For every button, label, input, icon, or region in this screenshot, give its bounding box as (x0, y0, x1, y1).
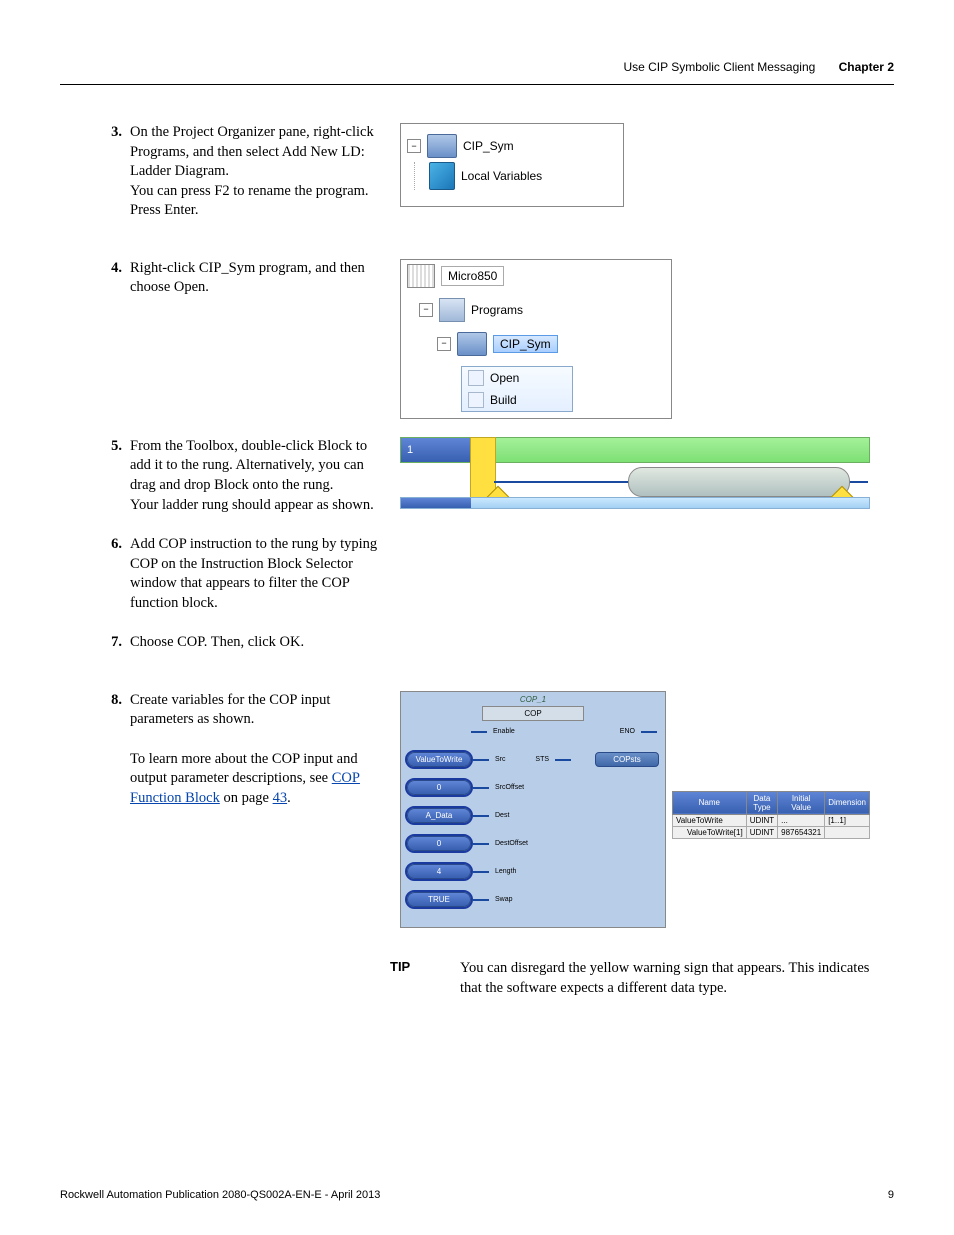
block-type: COP (483, 709, 583, 718)
programs-icon (439, 298, 465, 322)
header-topic: Use CIP Symbolic Client Messaging (623, 60, 815, 74)
instruction-block (628, 467, 850, 497)
tree-collapse-icon: − (419, 303, 433, 317)
page-footer: Rockwell Automation Publication 2080-QS0… (60, 1189, 894, 1201)
tree-collapse-icon: − (407, 139, 421, 153)
controller-icon (407, 264, 435, 288)
th-init: Initial Value (778, 791, 825, 814)
input-pill-swap: TRUE (407, 892, 471, 907)
th-dim: Dimension (825, 791, 870, 814)
menu-item-open: Open (462, 367, 572, 389)
program-icon (427, 134, 457, 158)
input-pill-valuewrite: ValueToWrite (407, 752, 471, 767)
rung-number: 1 (401, 438, 478, 462)
step-7: 7. Choose COP. Then, click OK. (100, 633, 390, 653)
step-4: 4. Right-click CIP_Sym program, and then… (100, 259, 390, 298)
tip-text: You can disregard the yellow warning sig… (460, 958, 894, 999)
menu-item-build: Build (462, 389, 572, 411)
output-pill-copsts: COPsts (595, 752, 659, 767)
block-instance-name: COP_1 (407, 696, 659, 704)
input-pill-zero: 0 (407, 780, 471, 795)
step-3: 3. On the Project Organizer pane, right-… (100, 123, 390, 221)
variable-table: Name Data Type Initial Value Dimension V… (672, 791, 870, 839)
header-chapter: Chapter 2 (839, 60, 894, 74)
table-row: ValueToWrite UDINT ... [1..1] (672, 814, 869, 826)
program-name: CIP_Sym (463, 139, 514, 153)
document-page: Use CIP Symbolic Client Messaging Chapte… (0, 0, 954, 1235)
build-icon (468, 392, 484, 408)
page-number: 9 (888, 1189, 894, 1201)
context-menu: Open Build (461, 366, 573, 412)
open-icon (468, 370, 484, 386)
step-5: 5. From the Toolbox, double-click Block … (100, 437, 390, 515)
figure-project-tree-context-menu: Micro850 − Programs − CIP_Sym (400, 259, 672, 419)
table-row: ValueToWrite[1] UDINT 987654321 (672, 826, 869, 838)
input-pill-adata: A_Data (407, 808, 471, 823)
local-variables-label: Local Variables (461, 169, 542, 183)
local-variables-icon (429, 162, 455, 190)
programs-label: Programs (471, 303, 523, 317)
tip-label: TIP (390, 958, 460, 999)
input-pill-length: 4 (407, 864, 471, 879)
input-pill-zero2: 0 (407, 836, 471, 851)
step-8: 8. Create variables for the COP input pa… (100, 691, 390, 808)
step-6: 6. Add COP instruction to the rung by ty… (100, 535, 390, 613)
page-header: Use CIP Symbolic Client Messaging Chapte… (60, 60, 894, 85)
figure-cop-block: COP_1 COP Enable ENO ValueToWrite S (400, 691, 870, 928)
th-name: Name (672, 791, 746, 814)
tree-collapse-icon: − (437, 337, 451, 351)
th-type: Data Type (746, 791, 777, 814)
program-icon (457, 332, 487, 356)
tip-block: TIP You can disregard the yellow warning… (60, 958, 894, 999)
controller-name: Micro850 (441, 266, 504, 286)
figure-ladder-rung: 1 (400, 437, 868, 509)
publication-info: Rockwell Automation Publication 2080-QS0… (60, 1189, 380, 1201)
page-ref-link[interactable]: 43 (273, 790, 288, 806)
figure-project-organizer-tree: − CIP_Sym Local Variables (400, 123, 624, 207)
selected-program: CIP_Sym (493, 335, 558, 353)
